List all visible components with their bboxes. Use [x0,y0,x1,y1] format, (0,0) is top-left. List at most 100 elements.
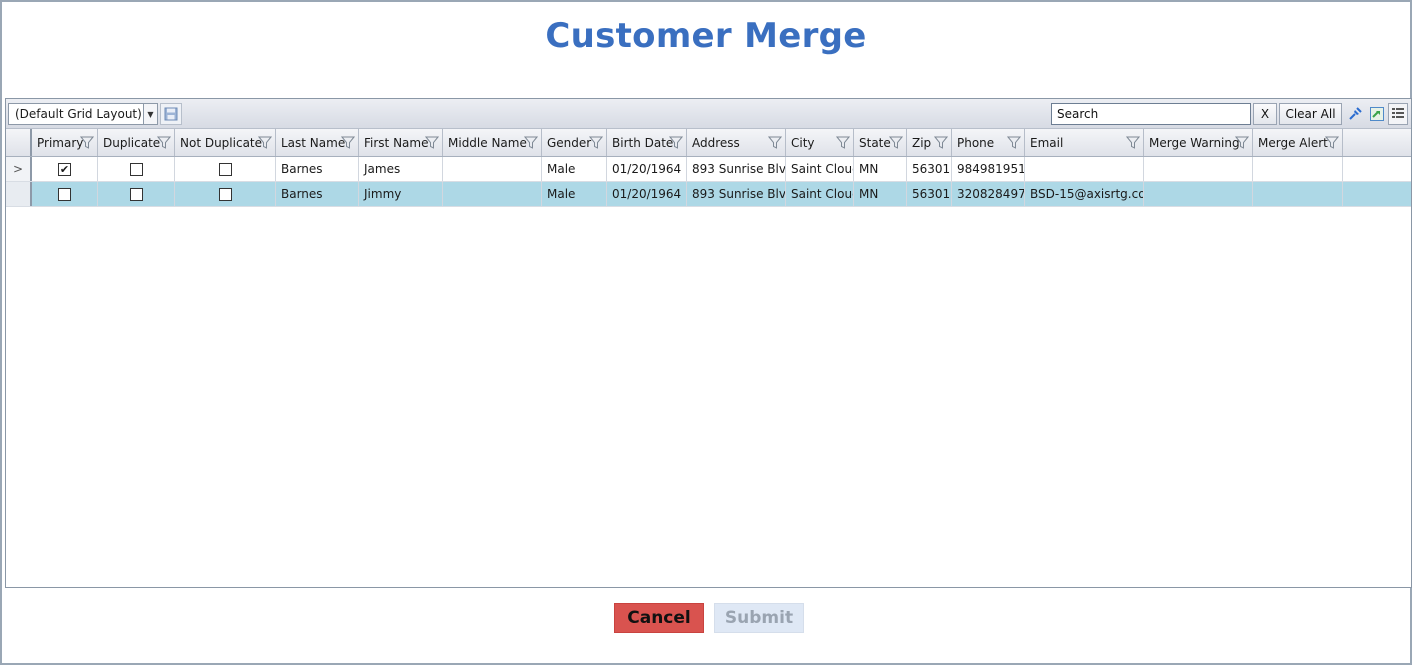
cell-zip: 56301 [907,157,952,181]
column-header-primary[interactable]: Primary [32,129,98,156]
column-list-icon [1392,108,1404,118]
customer-merge-window: Customer Merge (Default Grid Layout) ▼ S… [0,0,1412,665]
cell-phone: 9849819519 [952,157,1025,181]
column-header-label: Email [1030,135,1064,150]
column-header-birth-date[interactable]: Birth Date [607,129,687,156]
filter-icon[interactable] [1325,136,1339,150]
filter-icon[interactable] [258,136,272,150]
filter-icon[interactable] [889,136,903,150]
column-header-merge-warning[interactable]: Merge Warning [1144,129,1253,156]
not-duplicate-checkbox[interactable] [218,162,232,176]
cell-merge-alert [1253,182,1343,206]
cell-first-name: Jimmy [359,182,443,206]
primary-checkbox[interactable]: ✔ [58,162,71,176]
dialog-title: Customer Merge [545,16,867,56]
cell-address: 893 Sunrise Blvd [687,182,786,206]
filter-icon[interactable] [80,136,94,150]
cell-not-duplicate [175,182,276,206]
row-indicator[interactable]: > [6,157,32,181]
cell-city: Saint Cloud [786,182,854,206]
filter-icon[interactable] [934,136,948,150]
grid-layout-select[interactable]: (Default Grid Layout) ▼ [8,103,158,125]
merge-grid: (Default Grid Layout) ▼ Search X Clear A… [5,98,1412,588]
column-header-label: Primary [37,135,84,150]
column-header-last-name[interactable]: Last Name [276,129,359,156]
column-header-label: Merge Alert [1258,135,1328,150]
cell-birth-date: 01/20/1964 [607,182,687,206]
column-header-label: Address [692,135,740,150]
row-indicator-header [6,129,32,156]
column-header-label: Middle Name [448,135,527,150]
column-header-label: Birth Date [612,135,674,150]
submit-button[interactable]: Submit [714,603,804,633]
filter-icon[interactable] [157,136,171,150]
column-header-merge-alert[interactable]: Merge Alert [1253,129,1343,156]
column-header-first-name[interactable]: First Name [359,129,443,156]
grid-toolbar: (Default Grid Layout) ▼ Search X Clear A… [6,99,1411,129]
save-layout-button[interactable] [160,103,182,125]
clear-all-button[interactable]: Clear All [1279,103,1342,125]
cell-zip: 56301 [907,182,952,206]
cell-state: MN [854,157,907,181]
column-chooser-button[interactable] [1388,103,1408,125]
column-header-address[interactable]: Address [687,129,786,156]
table-row[interactable]: Barnes Jimmy Male 01/20/1964 893 Sunrise… [6,182,1411,207]
clear-search-button[interactable]: X [1253,103,1277,125]
column-header-gender[interactable]: Gender [542,129,607,156]
filter-icon[interactable] [1126,136,1140,150]
cell-email [1025,157,1144,181]
table-row[interactable]: > ✔ Barnes James Male 01/20/1964 893 Sun… [6,157,1411,182]
cell-primary [32,182,98,206]
cell-merge-warning [1144,157,1253,181]
filter-icon[interactable] [836,136,850,150]
column-header-label: First Name [364,135,429,150]
filter-icon[interactable] [425,136,439,150]
column-header-label: Phone [957,135,995,150]
cell-email: BSD-15@axisrtg.com [1025,182,1144,206]
column-header-middle-name[interactable]: Middle Name [443,129,542,156]
column-header-city[interactable]: City [786,129,854,156]
filter-icon[interactable] [1007,136,1021,150]
chevron-down-icon[interactable]: ▼ [143,104,157,124]
cell-city: Saint Cloud [786,157,854,181]
filter-icon[interactable] [341,136,355,150]
cell-merge-warning [1144,182,1253,206]
column-header-label: Gender [547,135,592,150]
search-input[interactable]: Search [1051,103,1251,125]
cell-last-name: Barnes [276,182,359,206]
cell-middle-name [443,157,542,181]
cell-middle-name [443,182,542,206]
filter-icon[interactable] [1235,136,1249,150]
not-duplicate-checkbox[interactable] [218,187,232,201]
column-header-label: Zip [912,135,932,150]
duplicate-checkbox[interactable] [129,162,143,176]
cell-last-name: Barnes [276,157,359,181]
cell-merge-alert [1253,157,1343,181]
cell-state: MN [854,182,907,206]
column-header-label: City [791,135,815,150]
column-header-label: Duplicate [103,135,161,150]
grid-header-row: Primary Duplicate Not Duplicate Last Nam… [6,129,1411,157]
duplicate-checkbox[interactable] [129,187,143,201]
pin-columns-button[interactable] [1345,103,1365,125]
column-header-duplicate[interactable]: Duplicate [98,129,175,156]
cell-birth-date: 01/20/1964 [607,157,687,181]
filter-icon[interactable] [524,136,538,150]
column-header-zip[interactable]: Zip [907,129,952,156]
cell-gender: Male [542,157,607,181]
cell-address: 893 Sunrise Blvd [687,157,786,181]
save-icon [164,107,178,121]
row-indicator[interactable] [6,182,32,206]
column-header-state[interactable]: State [854,129,907,156]
filter-icon[interactable] [589,136,603,150]
export-button[interactable] [1367,103,1387,125]
column-header-not-duplicate[interactable]: Not Duplicate [175,129,276,156]
column-header-label: Not Duplicate [180,135,263,150]
primary-checkbox[interactable] [58,187,71,201]
cancel-button[interactable]: Cancel [614,603,704,633]
column-header-phone[interactable]: Phone [952,129,1025,156]
column-header-email[interactable]: Email [1025,129,1144,156]
filter-icon[interactable] [669,136,683,150]
filter-icon[interactable] [768,136,782,150]
column-header-label: Last Name [281,135,346,150]
